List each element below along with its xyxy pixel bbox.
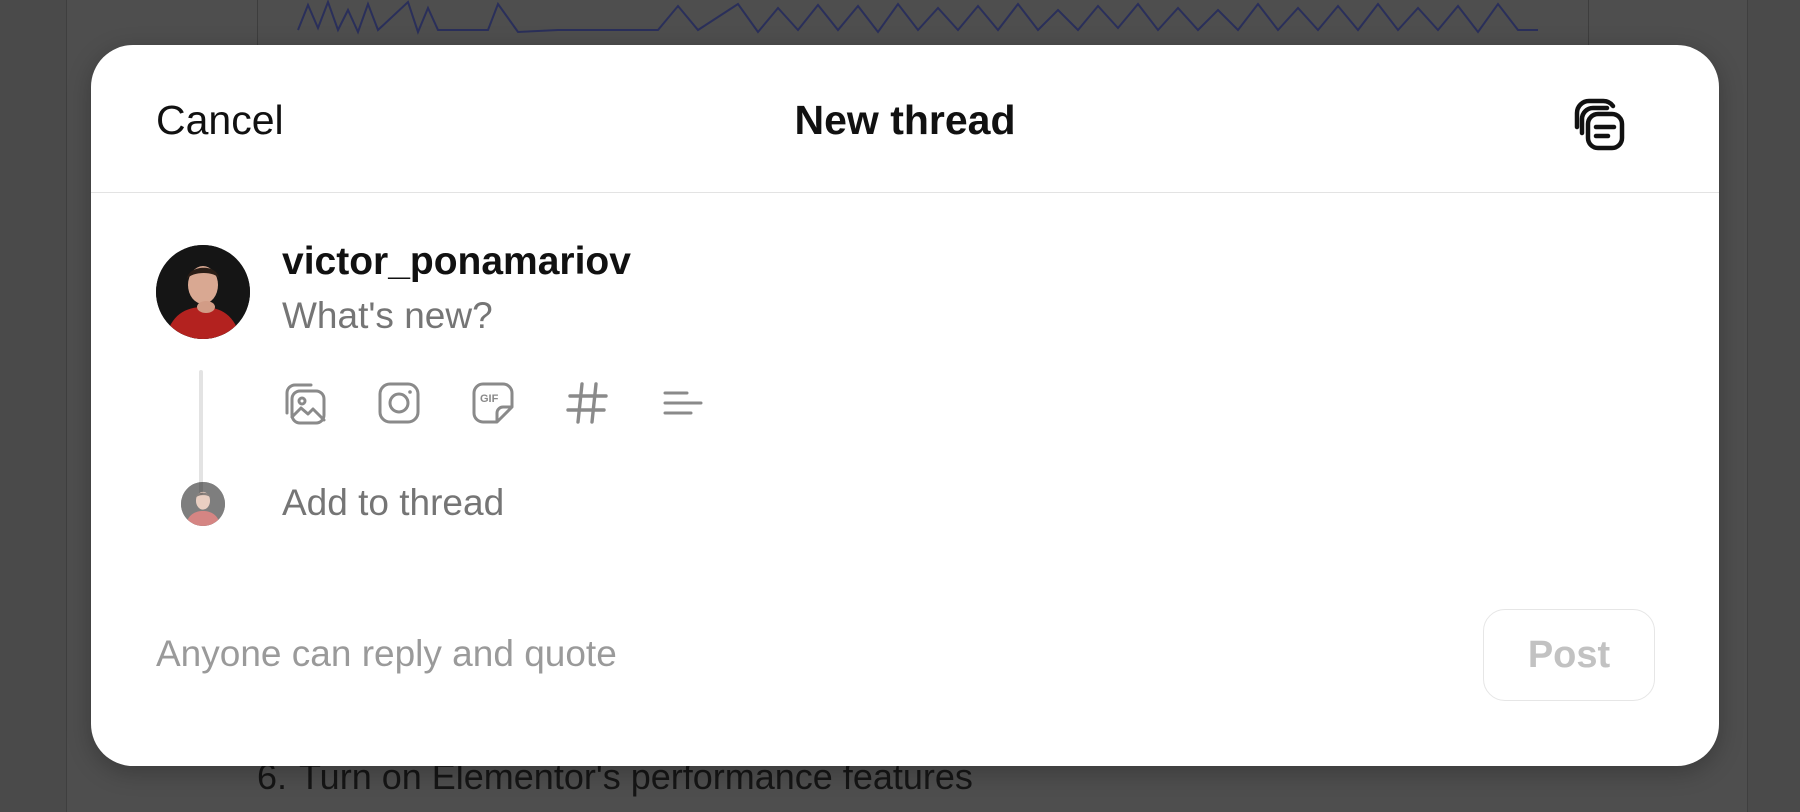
hashtag-icon[interactable] [563, 377, 611, 429]
modal-title: New thread [794, 97, 1016, 143]
drafts-icon[interactable] [1569, 93, 1631, 155]
image-gallery-icon[interactable] [281, 377, 329, 429]
reply-permission-setting[interactable]: Anyone can reply and quote [156, 633, 617, 675]
modal-header: Cancel New thread [91, 45, 1719, 193]
username: victor_ponamariov [282, 240, 631, 283]
post-text-input[interactable] [282, 295, 1482, 337]
background-chart-line [297, 0, 1538, 35]
post-button[interactable]: Post [1483, 609, 1655, 701]
add-to-thread-input[interactable] [282, 482, 1082, 524]
avatar[interactable] [156, 245, 250, 339]
svg-text:GIF: GIF [480, 393, 499, 405]
poll-icon[interactable] [657, 377, 705, 429]
composer-toolbar: GIF [281, 377, 705, 429]
gif-icon[interactable]: GIF [469, 377, 517, 429]
avatar-small [181, 482, 225, 526]
camera-icon[interactable] [375, 377, 423, 429]
new-thread-modal: Cancel New thread victor_ponamariov What… [91, 45, 1719, 766]
thread-connector-line [199, 370, 203, 495]
